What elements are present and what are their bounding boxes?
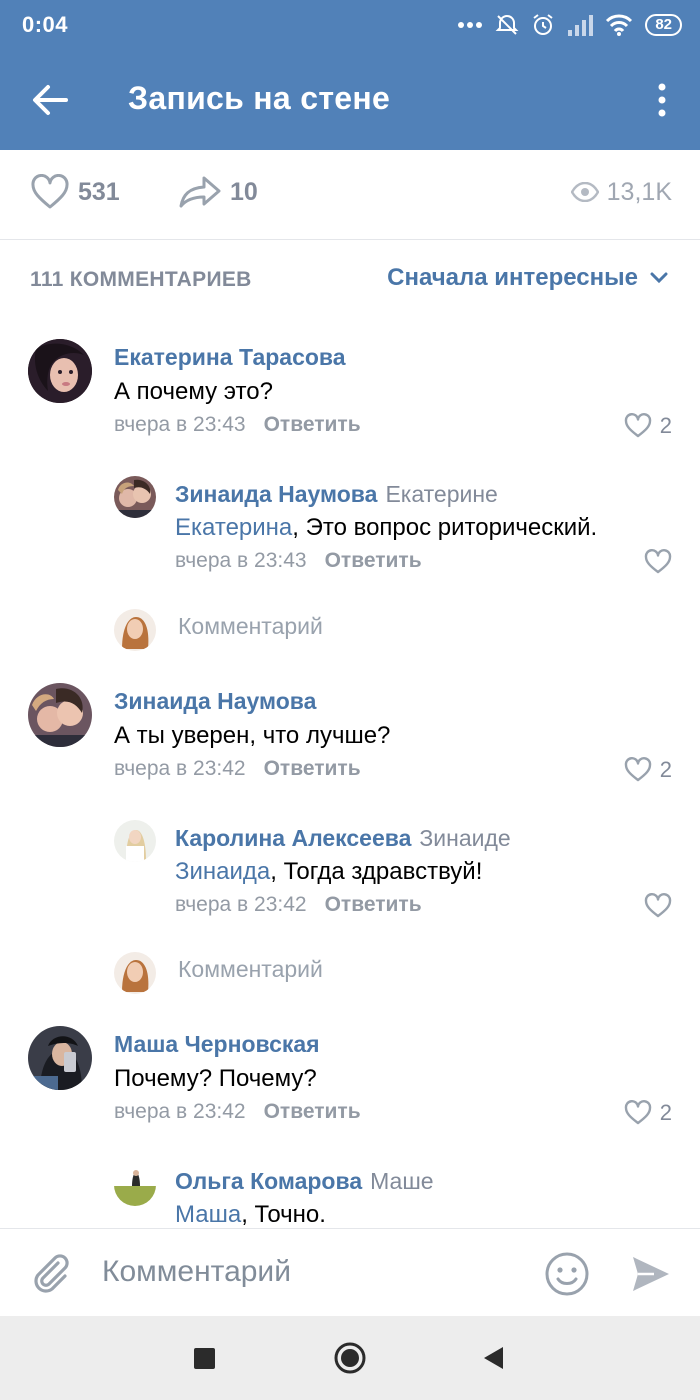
reply-to: Маше [370,1168,434,1194]
reply-text: Зинаида, Тогда здравствуй! [175,858,483,885]
sort-dropdown[interactable]: Сначала интересные [387,264,668,292]
likes-count: 531 [78,177,120,206]
share-arrow-icon [179,176,221,208]
comment-likes-count: 2 [659,757,672,782]
comment-text: А ты уверен, что лучше? [114,722,391,749]
reply-button[interactable]: Ответить [264,757,361,780]
reply-author[interactable]: Каролина Алексеева Зинаиде [175,825,511,852]
chevron-down-icon [650,272,668,284]
send-icon[interactable] [630,1253,672,1295]
heart-icon [644,549,672,574]
write-reply-row[interactable]: Комментарий [0,605,700,655]
heart-icon [624,1100,651,1125]
heart-icon [624,413,651,438]
alarm-off-icon [495,14,519,35]
comment-input[interactable]: Комментарий [102,1255,291,1289]
avatar [114,952,156,994]
share-button[interactable]: 10 [178,172,258,212]
comment-meta: вчера в 23:42 Ответить [114,1100,361,1124]
comment-author[interactable]: Маша Черновская [114,1031,320,1058]
sort-label: Сначала интересные [387,264,638,291]
eye-icon [570,182,599,202]
comment-like-button[interactable]: 2 [624,755,672,785]
attach-icon[interactable] [28,1251,72,1295]
comments-count: 111 КОММЕНТАРИЕВ [30,268,252,291]
comment-like-button[interactable]: 2 [624,1098,672,1128]
heart-icon [644,893,672,918]
reply-to: Зинаиде [419,825,511,851]
write-reply-placeholder: Комментарий [178,613,323,639]
comment-meta: вчера в 23:43 Ответить [175,549,422,573]
comment-meta: вчера в 23:42 Ответить [114,757,361,781]
comment-time: вчера в 23:42 [175,893,307,916]
comment-like-button[interactable] [644,547,672,577]
signal-icon [568,15,594,36]
comment-text: А почему это? [114,378,273,405]
reply-button[interactable]: Ответить [264,1100,361,1123]
comment-time: вчера в 23:43 [175,549,307,572]
comment-time: вчера в 23:42 [114,757,246,780]
status-bar: 0:04 82 [0,0,700,50]
home-icon[interactable] [334,1342,366,1374]
more-vertical-icon[interactable] [654,82,670,118]
mention-link[interactable]: Маша [175,1201,241,1228]
comment-author[interactable]: Екатерина Тарасова [114,344,346,371]
comment-likes-count: 2 [659,1100,672,1125]
avatar[interactable] [28,683,92,747]
more-dots-icon [458,22,483,28]
emoji-icon[interactable] [544,1251,590,1297]
avatar[interactable] [28,1026,92,1090]
status-icons: 82 [457,11,682,39]
comment-likes-count: 2 [659,413,672,438]
avatar[interactable] [114,1164,156,1206]
heart-icon [31,174,69,209]
arrow-left-icon[interactable] [28,78,72,122]
app-header: Запись на стене [0,50,700,150]
status-time: 0:04 [22,12,69,37]
reply-text: Маша, Точно. [175,1201,326,1228]
back-triangle-icon[interactable] [482,1346,504,1370]
comment-time: вчера в 23:43 [114,413,246,436]
views-count: 13,1K [606,177,672,206]
heart-icon [624,757,651,782]
reply-author[interactable]: Зинаида Наумова Екатерине [175,481,498,508]
mention-link[interactable]: Екатерина [175,514,292,541]
reply-to: Екатерине [385,481,498,507]
comment-like-button[interactable] [644,891,672,921]
shares-count: 10 [230,177,258,206]
reply-button[interactable]: Ответить [325,549,422,572]
comment-author[interactable]: Зинаида Наумова [114,688,316,715]
comment-meta: вчера в 23:43 Ответить [114,413,361,437]
reply-author[interactable]: Ольга Комарова Маше [175,1168,434,1195]
views-counter: 13,1K [570,172,672,212]
comment-like-button[interactable]: 2 [624,411,672,441]
write-reply-placeholder: Комментарий [178,956,323,982]
comment-composer: Комментарий [0,1228,700,1316]
mention-link[interactable]: Зинаида [175,858,270,885]
reply-button[interactable]: Ответить [325,893,422,916]
post-stats: 531 10 13,1K [0,150,700,240]
write-reply-row[interactable]: Комментарий [0,948,700,998]
comments-header: 111 КОММЕНТАРИЕВ Сначала интересные [0,240,700,320]
comment-text: Почему? Почему? [114,1065,317,1092]
comment-meta: вчера в 23:42 Ответить [175,893,422,917]
alarm-icon [533,14,553,35]
avatar[interactable] [28,339,92,403]
avatar[interactable] [114,476,156,518]
wifi-icon [606,14,633,36]
battery-icon: 82 [645,14,682,36]
avatar[interactable] [114,820,156,862]
avatar [114,609,156,651]
recent-apps-icon[interactable] [194,1348,215,1369]
reply-button[interactable]: Ответить [264,413,361,436]
page-title: Запись на стене [128,80,391,116]
comment-time: вчера в 23:42 [114,1100,246,1123]
like-button[interactable]: 531 [30,172,120,212]
system-nav-bar [0,1316,700,1400]
reply-text: Екатерина, Это вопрос риторический. [175,514,598,541]
